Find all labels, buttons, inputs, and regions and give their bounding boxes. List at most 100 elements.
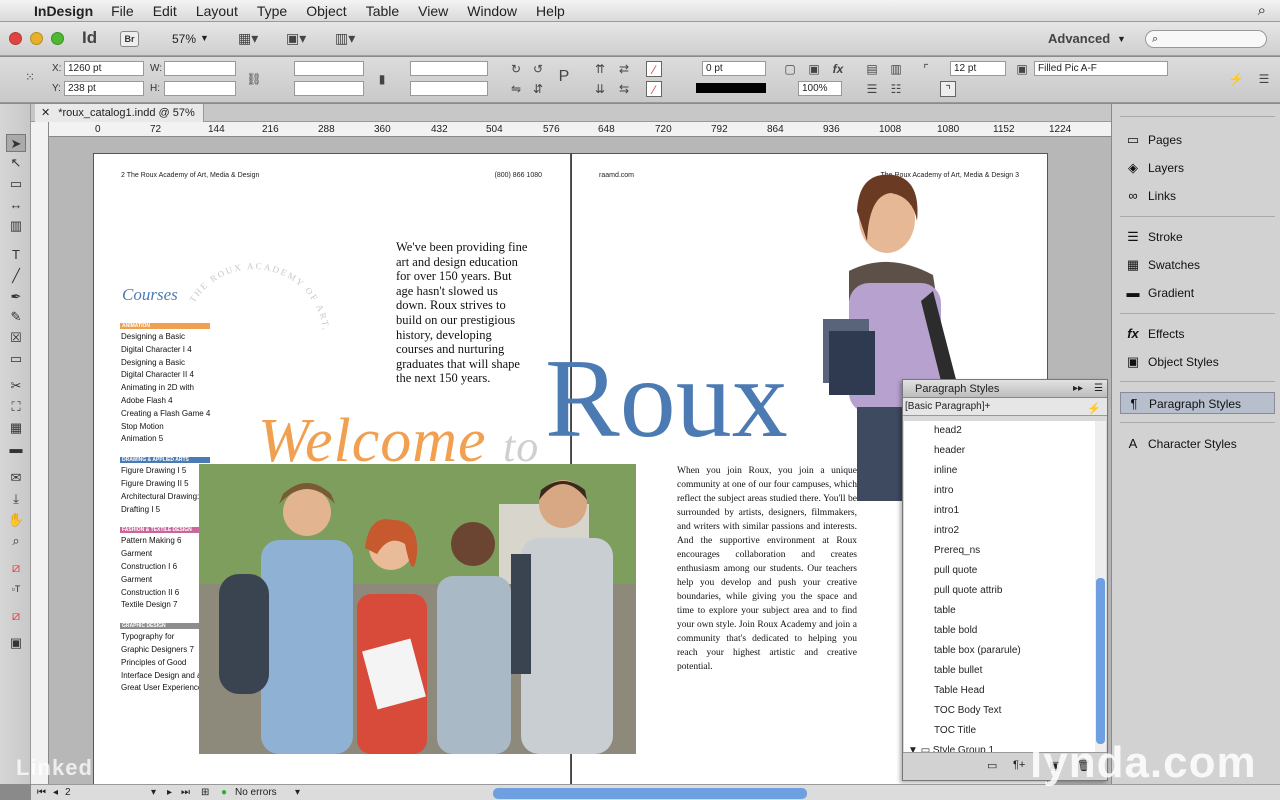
text-wrap-icon[interactable]: ▤ [864, 61, 880, 77]
gradient-feather-tool-icon[interactable]: ▬ [6, 440, 26, 458]
app-menu[interactable]: InDesign [34, 3, 93, 19]
type-tool-icon[interactable]: T [6, 246, 26, 264]
corner-options-icon[interactable]: ⌜ [918, 61, 934, 77]
scissors-tool-icon[interactable]: ✂ [6, 377, 26, 395]
styles-scroll-thumb[interactable] [1096, 578, 1105, 744]
dock-character-styles[interactable]: A Character Styles [1120, 433, 1275, 455]
select-previous-icon[interactable]: ⇄ [616, 61, 632, 77]
constrain-proportions-icon[interactable]: ⛓ [246, 71, 262, 87]
paragraph-style-item[interactable]: table box (pararule) [904, 641, 1096, 661]
pen-tool-icon[interactable]: ✒ [6, 288, 26, 306]
stroke-type-select[interactable] [696, 83, 766, 93]
dock-paragraph-styles[interactable]: ¶ Paragraph Styles [1120, 392, 1275, 414]
selection-tool-icon[interactable]: ➤ [6, 134, 26, 152]
menu-view[interactable]: View [418, 3, 448, 19]
free-transform-tool-icon[interactable]: ⛶ [6, 398, 26, 416]
dock-stroke[interactable]: ☰ Stroke [1120, 226, 1275, 248]
horizontal-scroll-thumb[interactable] [493, 788, 807, 799]
open-document-icon[interactable]: ⊞ [201, 787, 209, 798]
vertical-ruler[interactable] [31, 122, 49, 784]
paragraph-style-item[interactable]: pull quote [904, 561, 1096, 581]
menu-table[interactable]: Table [366, 3, 399, 19]
styles-scrollbar[interactable] [1095, 421, 1106, 753]
zoom-window-button[interactable] [51, 32, 64, 45]
corner-size-field[interactable]: 12 pt [950, 61, 1006, 76]
flip-horizontal-icon[interactable]: ⇋ [508, 81, 524, 97]
previous-page-icon[interactable]: ◂ [53, 787, 58, 798]
stroke-weight-field[interactable]: 0 pt [702, 61, 766, 76]
dock-layers[interactable]: ◈ Layers [1120, 157, 1275, 179]
align-center-icon[interactable]: ☷ [888, 81, 904, 97]
stroke-swatch-icon[interactable]: ⁄ [646, 81, 662, 97]
dock-gradient[interactable]: ▬ Gradient [1120, 282, 1275, 304]
page-menu-icon[interactable]: ▾ [151, 787, 156, 798]
dock-swatches[interactable]: ▦ Swatches [1120, 254, 1275, 276]
menu-window[interactable]: Window [467, 3, 517, 19]
page-tool-icon[interactable]: ▭ [6, 175, 26, 193]
opacity-field[interactable]: 100% [798, 81, 842, 96]
horizontal-ruler[interactable]: 0 72 144 216 288 360 432 504 576 648 720… [49, 122, 1111, 137]
paragraph-style-item[interactable]: TOC Body Text [904, 701, 1096, 721]
drop-shadow-icon[interactable]: ▢ [782, 61, 798, 77]
screen-mode-tool-icon[interactable]: ▣ [6, 634, 26, 652]
width-field[interactable] [164, 61, 236, 76]
intro-paragraph[interactable]: We've been providing fine art and design… [396, 240, 531, 386]
dock-object-styles[interactable]: ▣ Object Styles [1120, 351, 1275, 373]
content-collector-icon[interactable]: ▥ [6, 217, 26, 235]
x-position-field[interactable]: 1260 pt [64, 61, 144, 76]
close-window-button[interactable] [9, 32, 22, 45]
paragraph-style-item[interactable]: intro2 [904, 521, 1096, 541]
gradient-swatch-tool-icon[interactable]: ▦ [6, 419, 26, 437]
menu-file[interactable]: File [111, 3, 134, 19]
zoom-level[interactable]: 57% [172, 32, 196, 46]
select-next-icon[interactable]: ⇆ [616, 81, 632, 97]
constrain-scale-icon[interactable]: ▮ [374, 71, 390, 87]
menu-edit[interactable]: Edit [153, 3, 177, 19]
panel-menu-icon[interactable]: ☰ [1094, 380, 1103, 398]
rotate-cw-icon[interactable]: ↻ [508, 61, 524, 77]
scale-y-field[interactable] [294, 81, 364, 96]
clear-overrides-footer-icon[interactable]: ¶+ [1013, 759, 1025, 771]
rotate-ccw-icon[interactable]: ↺ [530, 61, 546, 77]
spotlight-search-icon[interactable]: ⌕ [1258, 2, 1266, 19]
close-tab-icon[interactable]: ✕ [41, 107, 50, 119]
bridge-button[interactable]: Br [120, 31, 139, 47]
paragraph-style-item[interactable]: header [904, 441, 1096, 461]
preflight-menu-icon[interactable]: ▾ [295, 787, 300, 798]
clear-overrides-icon[interactable]: ⚡ [1087, 400, 1101, 418]
rectangle-frame-tool-icon[interactable]: ☒ [6, 329, 26, 347]
paragraph-style-item[interactable]: Prereq_ns [904, 541, 1096, 561]
screen-mode-icon[interactable]: ▣▾ [286, 30, 316, 48]
document-tab[interactable]: ✕ *roux_catalog1.indd @ 57% [35, 104, 204, 122]
y-position-field[interactable]: 238 pt [64, 81, 144, 96]
effects-icon[interactable]: fx [830, 61, 846, 77]
select-container-icon[interactable]: ⇈ [592, 61, 608, 77]
height-field[interactable] [164, 81, 236, 96]
paragraph-style-item[interactable]: intro1 [904, 501, 1096, 521]
arrange-documents-icon[interactable]: ▥▾ [335, 30, 365, 48]
panel-menu-icon[interactable]: ☰ [1256, 71, 1272, 87]
paragraph-style-item[interactable]: head2 [904, 421, 1096, 441]
quick-apply-icon[interactable]: ⚡ [1228, 71, 1244, 87]
roux-headline[interactable]: Roux [545, 335, 788, 464]
menu-object[interactable]: Object [306, 3, 346, 19]
workspace-switcher[interactable]: Advanced [1048, 31, 1110, 46]
zoom-tool-icon[interactable]: ⌕ [6, 532, 26, 550]
align-left-icon[interactable]: ☰ [864, 81, 880, 97]
object-style-select[interactable]: Filled Pic A-F [1034, 61, 1168, 76]
chevron-down-icon[interactable]: ▼ [200, 33, 209, 43]
paragraph-style-item[interactable]: table [904, 601, 1096, 621]
drop-shadow-toggle-icon[interactable]: ▣ [806, 61, 822, 77]
first-page-icon[interactable]: ⏮ [37, 787, 46, 798]
view-options-icon[interactable]: ▦▾ [238, 30, 268, 48]
minimize-window-button[interactable] [30, 32, 43, 45]
paragraph-style-item[interactable]: pull quote attrib [904, 581, 1096, 601]
gap-tool-icon[interactable]: ↔ [6, 196, 26, 214]
paragraph-style-item[interactable]: table bullet [904, 661, 1096, 681]
help-search-input[interactable]: ⌕ [1145, 30, 1267, 48]
direct-selection-tool-icon[interactable]: ↖ [6, 154, 26, 172]
collapse-panel-icon[interactable]: ▸▸ [1073, 380, 1083, 398]
pencil-tool-icon[interactable]: ✎ [6, 308, 26, 326]
students-photo[interactable] [199, 464, 636, 754]
page-number-field[interactable]: 2 [65, 787, 71, 798]
